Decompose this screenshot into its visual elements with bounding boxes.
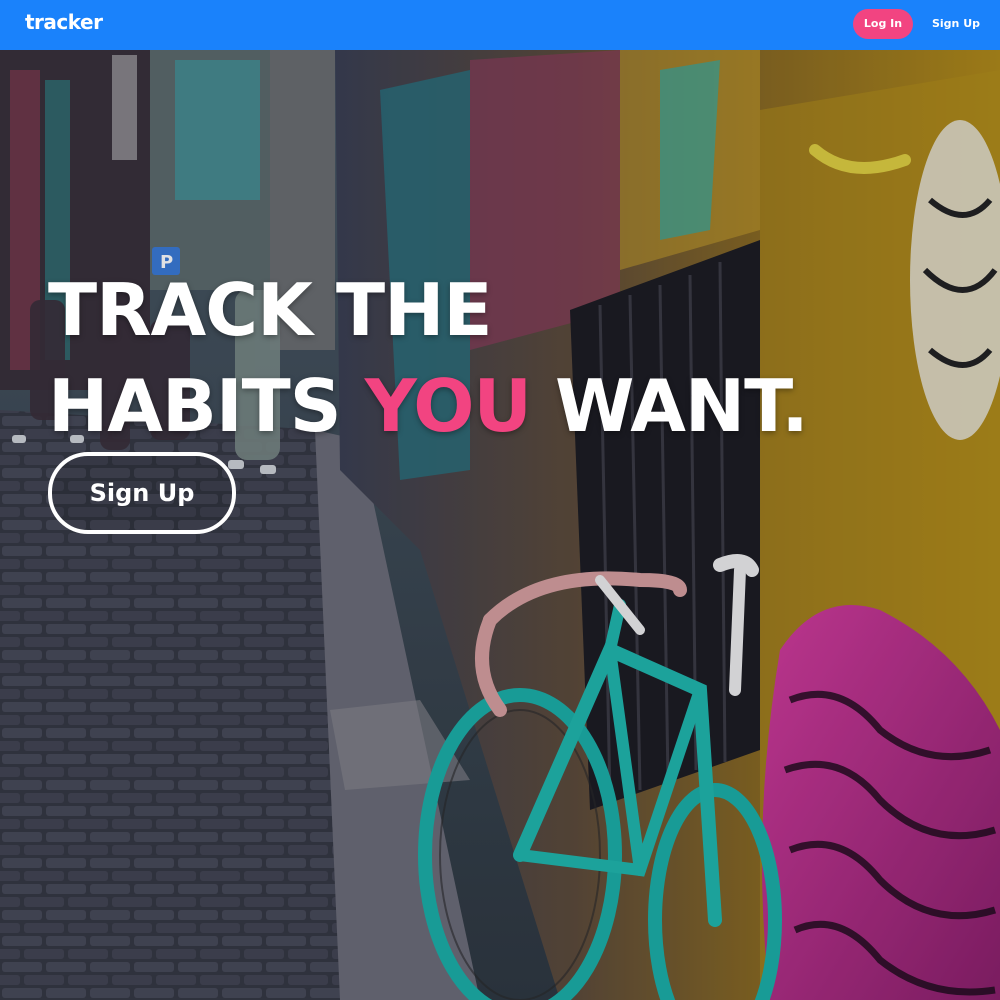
headline-line-1: TRACK THE <box>48 268 493 352</box>
headline-accent-word: YOU <box>364 364 532 448</box>
headline-line-2-end: WANT. <box>530 364 809 448</box>
hero-signup-button[interactable]: Sign Up <box>48 452 236 534</box>
hero-headline: TRACK THE HABITS YOU WANT. <box>48 262 809 454</box>
nav-signup-link[interactable]: Sign Up <box>925 9 987 39</box>
headline-line-2-start: HABITS <box>48 364 365 448</box>
top-navbar: tracker Log In Sign Up <box>0 0 1000 50</box>
login-button[interactable]: Log In <box>853 9 913 39</box>
brand-logo[interactable]: tracker <box>25 10 103 34</box>
